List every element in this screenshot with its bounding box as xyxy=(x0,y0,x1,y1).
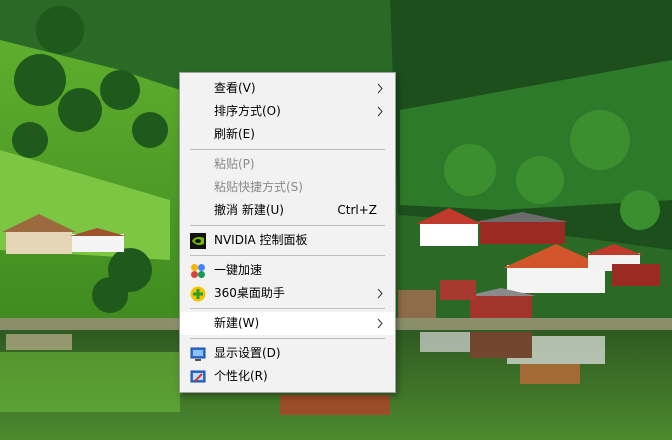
menu-item-paste[interactable]: 粘贴(P) xyxy=(180,153,395,176)
menu-item-undo[interactable]: 撤消 新建(U) Ctrl+Z xyxy=(180,199,395,222)
360-icon xyxy=(190,286,206,302)
menu-item-label: 个性化(R) xyxy=(214,369,268,383)
speedup-icon xyxy=(191,264,205,278)
menu-item-label: 粘贴(P) xyxy=(214,157,255,171)
menu-item-view[interactable]: 查看(V) xyxy=(180,77,395,100)
chevron-right-icon xyxy=(377,83,383,94)
menu-item-paste-shortcut[interactable]: 粘贴快捷方式(S) xyxy=(180,176,395,199)
menu-separator xyxy=(190,149,385,150)
menu-item-shortcut: Ctrl+Z xyxy=(337,203,377,217)
menu-item-label: 新建(W) xyxy=(214,316,260,330)
menu-separator xyxy=(190,308,385,309)
menu-item-label: 360桌面助手 xyxy=(214,286,285,300)
display-icon xyxy=(190,347,206,361)
menu-separator xyxy=(190,255,385,256)
menu-item-label: 粘贴快捷方式(S) xyxy=(214,180,303,194)
chevron-right-icon xyxy=(377,288,383,299)
menu-item-label: 一键加速 xyxy=(214,263,263,277)
nvidia-icon xyxy=(190,233,206,249)
menu-item-sort[interactable]: 排序方式(O) xyxy=(180,100,395,123)
menu-item-new[interactable]: 新建(W) xyxy=(180,312,395,335)
chevron-right-icon xyxy=(377,106,383,117)
menu-item-label: NVIDIA 控制面板 xyxy=(214,233,308,247)
menu-item-speedup[interactable]: 一键加速 xyxy=(180,259,395,282)
menu-item-label: 刷新(E) xyxy=(214,127,255,141)
menu-item-label: 撤消 新建(U) xyxy=(214,203,284,217)
menu-item-360-desktop[interactable]: 360桌面助手 xyxy=(180,282,395,305)
menu-item-label: 排序方式(O) xyxy=(214,104,281,118)
desktop-wallpaper[interactable]: 查看(V) 排序方式(O) 刷新(E) 粘贴(P) 粘贴快捷方式(S) 撤消 新… xyxy=(0,0,672,440)
menu-item-label: 查看(V) xyxy=(214,81,256,95)
menu-item-label: 显示设置(D) xyxy=(214,346,281,360)
desktop-context-menu: 查看(V) 排序方式(O) 刷新(E) 粘贴(P) 粘贴快捷方式(S) 撤消 新… xyxy=(179,72,396,393)
personalize-icon xyxy=(190,370,206,383)
menu-separator xyxy=(190,225,385,226)
menu-item-display-settings[interactable]: 显示设置(D) xyxy=(180,342,395,365)
menu-separator xyxy=(190,338,385,339)
menu-item-nvidia[interactable]: NVIDIA 控制面板 xyxy=(180,229,395,252)
menu-item-personalize[interactable]: 个性化(R) xyxy=(180,365,395,388)
chevron-right-icon xyxy=(377,318,383,329)
menu-item-refresh[interactable]: 刷新(E) xyxy=(180,123,395,146)
